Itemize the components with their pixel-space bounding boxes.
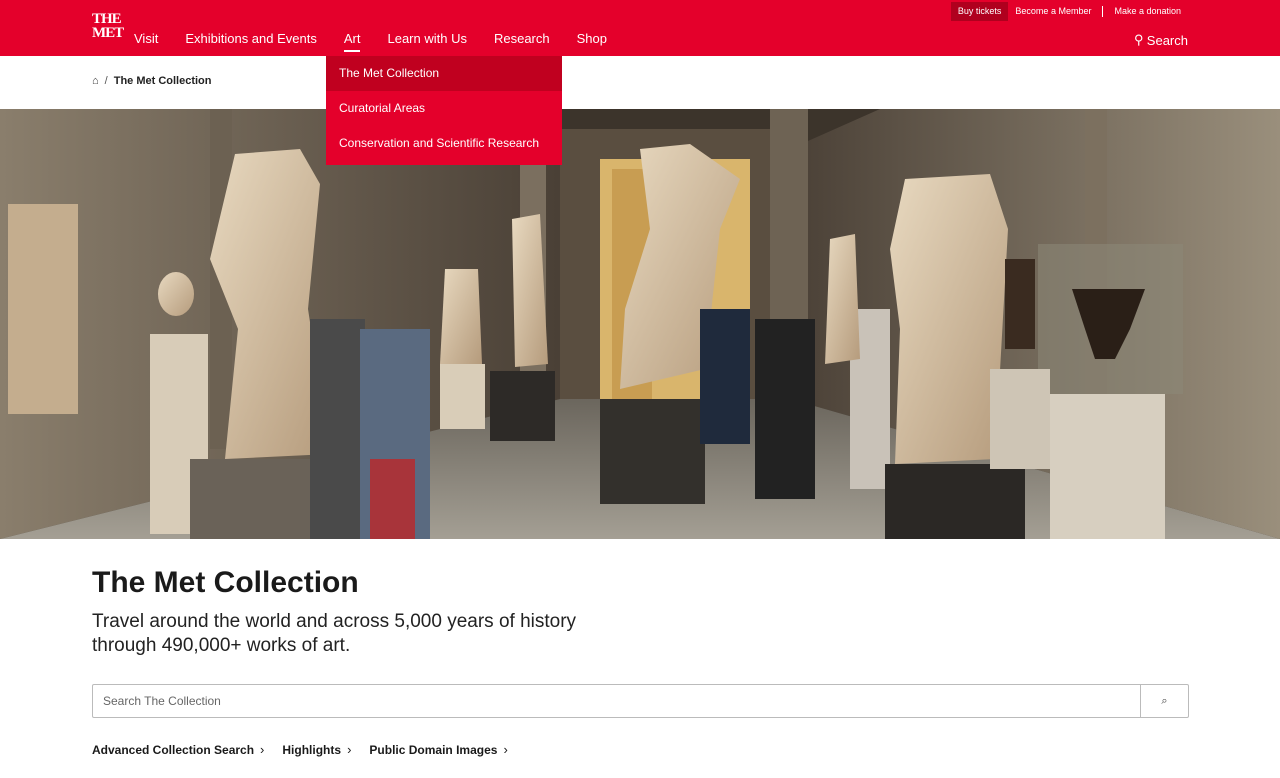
- nav-learn-with-us[interactable]: Learn with Us: [387, 30, 466, 48]
- met-logo[interactable]: THE MET: [92, 11, 124, 44]
- public-domain-images-link[interactable]: Public Domain Images ›: [369, 742, 507, 757]
- breadcrumb-current: The Met Collection: [113, 75, 212, 87]
- search-icon: ⌕: [1161, 694, 1168, 707]
- art-dropdown-menu: The Met Collection Curatorial Areas Cons…: [326, 56, 562, 165]
- dropdown-item-met-collection[interactable]: The Met Collection: [326, 56, 562, 91]
- make-donation-link[interactable]: Make a donation: [1107, 2, 1188, 21]
- buy-tickets-link[interactable]: Buy tickets: [950, 2, 1009, 21]
- nav-visit[interactable]: Visit: [134, 30, 158, 48]
- logo-line-2: MET: [92, 25, 124, 41]
- advanced-search-link[interactable]: Advanced Collection Search ›: [92, 742, 264, 757]
- highlights-link[interactable]: Highlights ›: [282, 742, 351, 757]
- dropdown-item-conservation-research[interactable]: Conservation and Scientific Research: [326, 126, 562, 161]
- public-domain-images-label: Public Domain Images: [369, 742, 498, 757]
- utility-navigation: Buy tickets Become a Member Make a donat…: [950, 2, 1188, 21]
- logo-line-1: THE: [92, 11, 122, 27]
- page-title: The Met Collection: [92, 566, 359, 599]
- site-header: THE MET Visit Exhibitions and Events Art…: [0, 0, 1280, 56]
- nav-exhibitions-and-events[interactable]: Exhibitions and Events: [185, 30, 317, 48]
- gallery-illustration: [0, 109, 1280, 539]
- chevron-right-icon: ›: [347, 742, 352, 757]
- breadcrumb-separator: /: [104, 75, 108, 87]
- utility-divider: [1102, 6, 1104, 17]
- collection-search-input[interactable]: [93, 685, 1140, 717]
- chevron-right-icon: ›: [260, 742, 265, 757]
- dropdown-item-curatorial-areas[interactable]: Curatorial Areas: [326, 91, 562, 126]
- header-search-label: Search: [1146, 32, 1188, 48]
- become-member-link[interactable]: Become a Member: [1008, 2, 1098, 21]
- page-subtitle: Travel around the world and across 5,000…: [92, 611, 577, 656]
- hero-image: [0, 109, 1280, 539]
- header-search-button[interactable]: ⚲ Search: [1134, 32, 1188, 48]
- nav-research[interactable]: Research: [494, 30, 550, 48]
- highlights-label: Highlights: [282, 742, 342, 757]
- main-navigation: Visit Exhibitions and Events Art Learn w…: [134, 30, 634, 52]
- search-icon: ⚲: [1134, 32, 1144, 47]
- nav-shop[interactable]: Shop: [577, 30, 607, 48]
- home-icon[interactable]: ⌂: [92, 75, 99, 87]
- breadcrumb: ⌂ / The Met Collection: [92, 75, 212, 87]
- chevron-right-icon: ›: [503, 742, 508, 757]
- nav-art[interactable]: Art: [343, 30, 360, 52]
- collection-search-button[interactable]: ⌕: [1140, 685, 1188, 717]
- collection-links: Advanced Collection Search › Highlights …: [92, 742, 508, 757]
- advanced-search-label: Advanced Collection Search: [92, 742, 255, 757]
- collection-search: ⌕: [92, 684, 1189, 718]
